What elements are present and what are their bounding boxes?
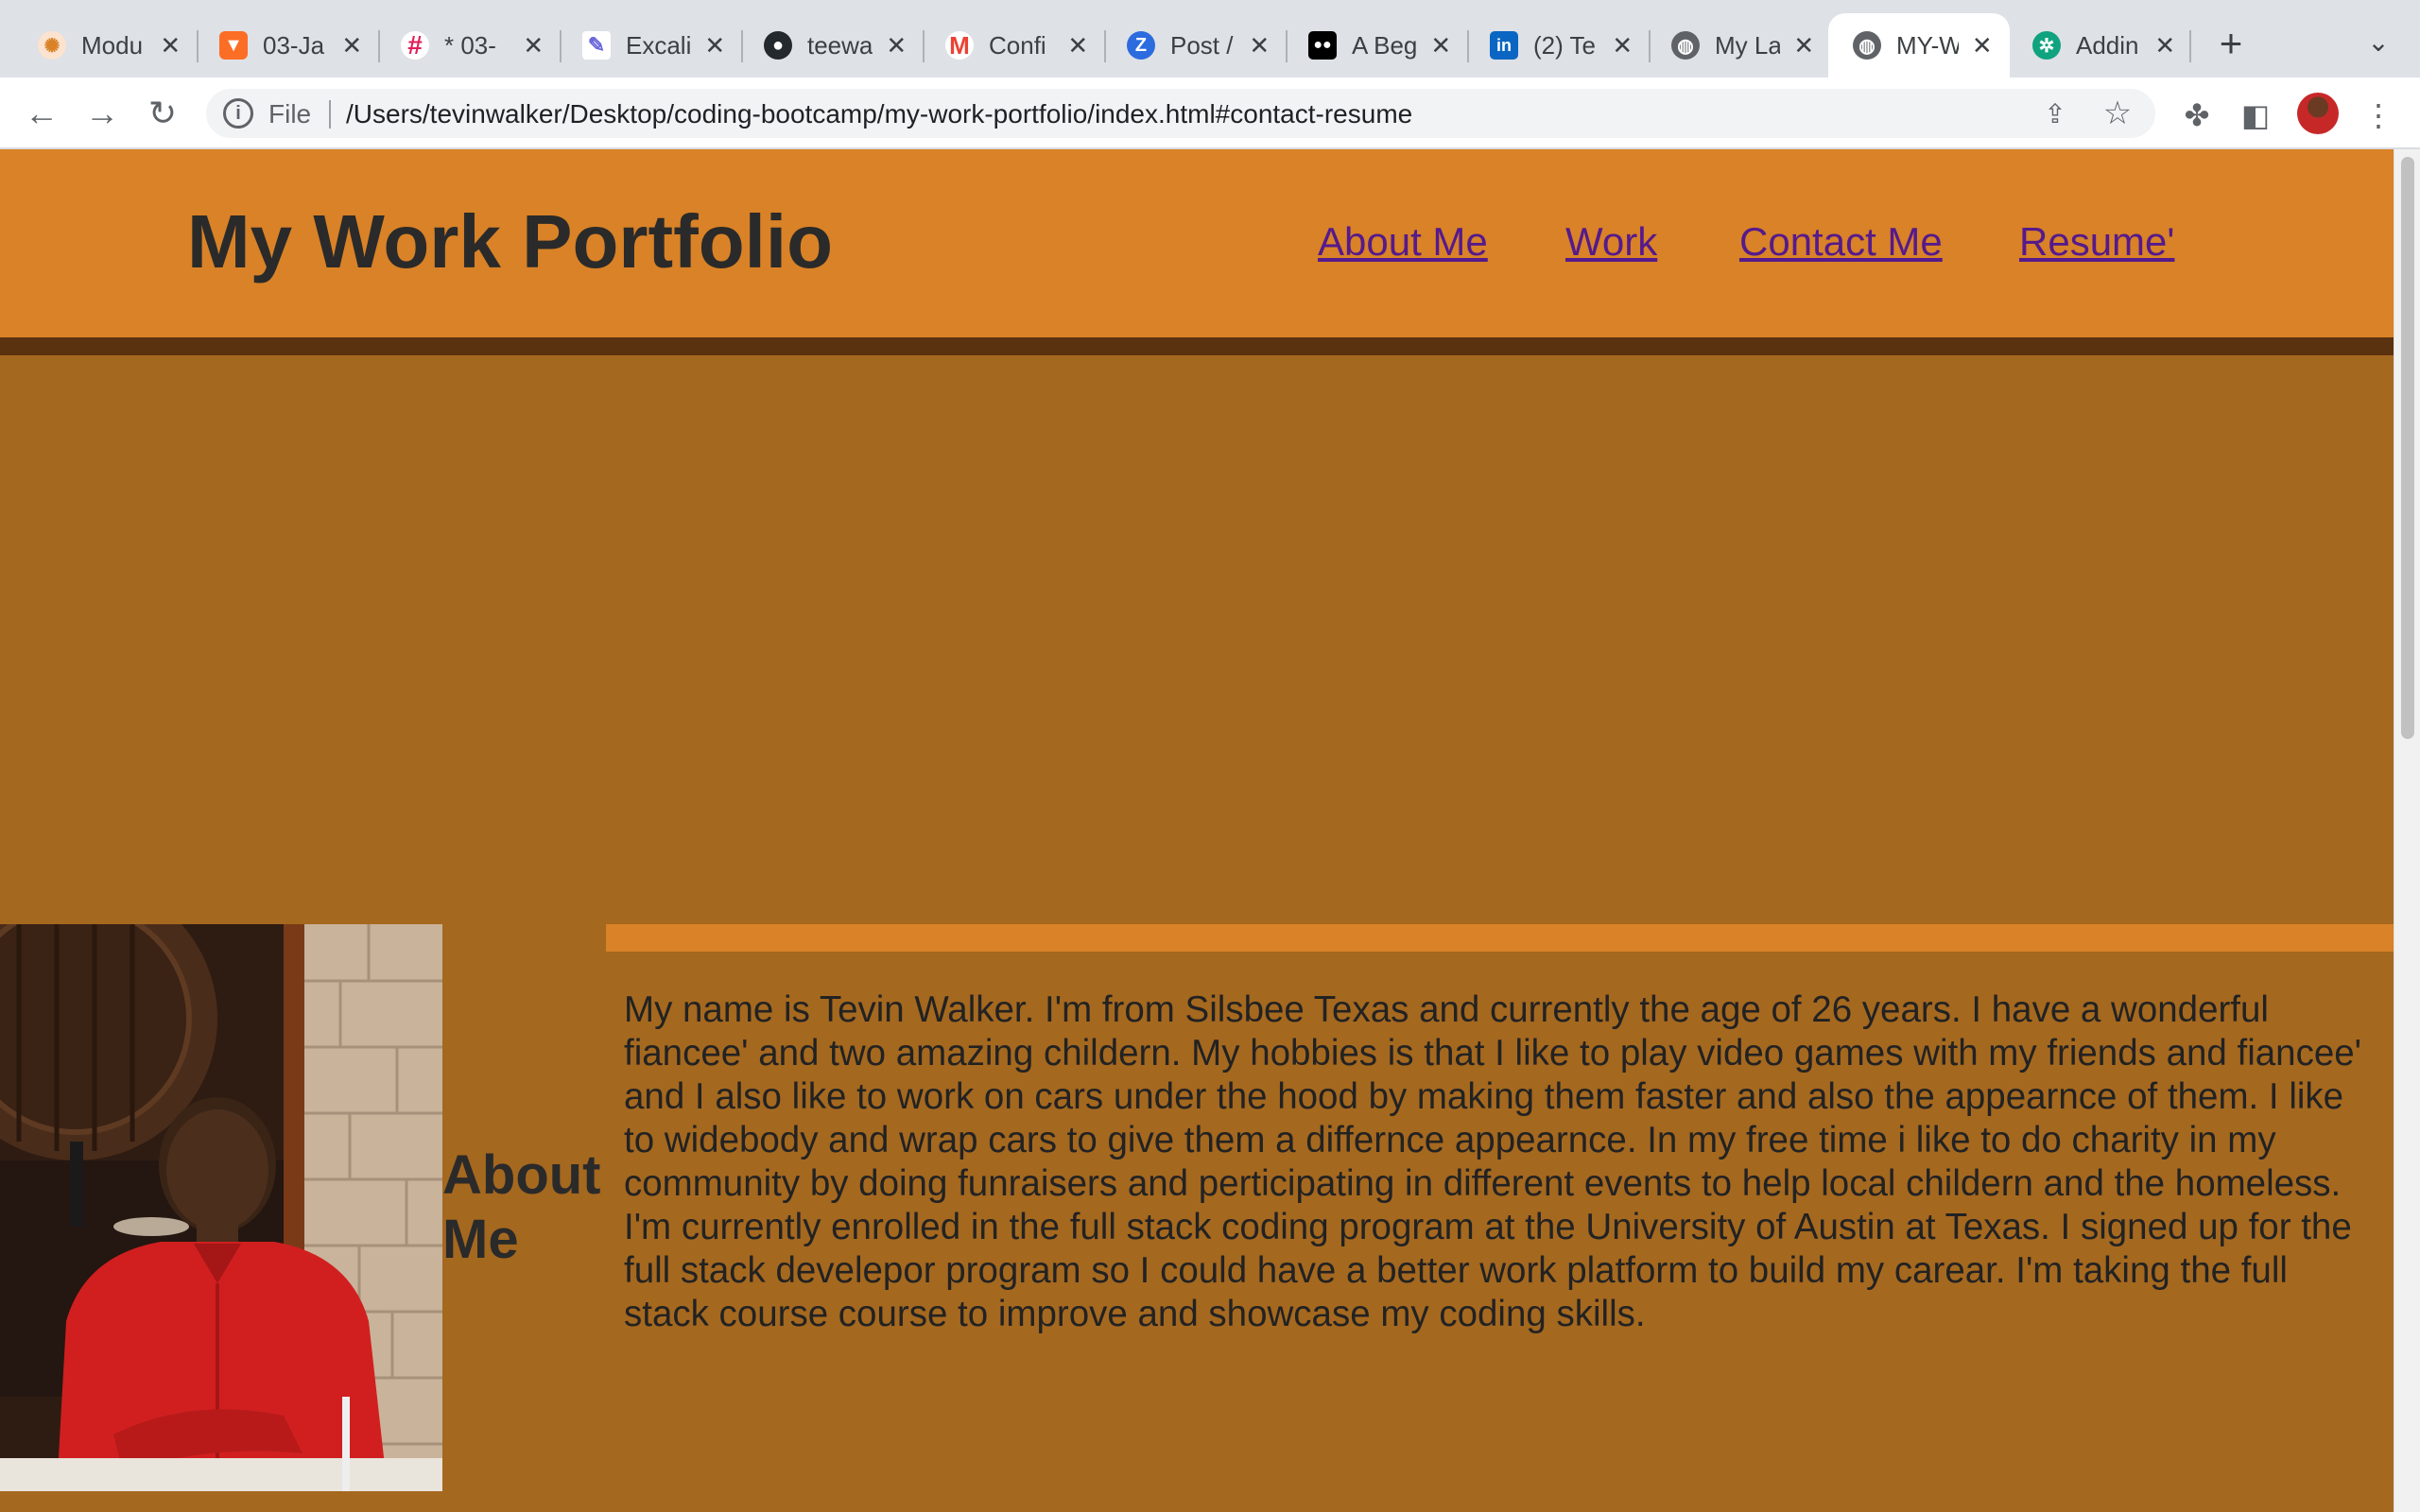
browser-tab[interactable]: ● teewa ✕: [739, 13, 925, 77]
browser-tab[interactable]: Z Post / ✕: [1102, 13, 1288, 77]
about-accent-bar: [606, 924, 2394, 952]
profile-photo: [0, 924, 442, 1491]
close-icon[interactable]: ✕: [1067, 31, 1089, 60]
tab-title: Excali: [626, 30, 691, 60]
globe-icon: ◍: [1671, 31, 1700, 60]
scrollbar-thumb[interactable]: [2401, 157, 2414, 739]
new-tab-button[interactable]: +: [2210, 23, 2252, 64]
close-icon[interactable]: ✕: [1430, 31, 1452, 60]
nav-link-resume[interactable]: Resume': [2019, 219, 2174, 265]
browser-tab[interactable]: ✲ Addin ✕: [2008, 13, 2193, 77]
url-text[interactable]: /Users/tevinwalker/Desktop/coding-bootca…: [346, 99, 1412, 129]
browser-tab-active[interactable]: ◍ MY-W ✕: [1828, 13, 2010, 77]
linkedin-icon: in: [1490, 31, 1518, 60]
tab-title: Post /: [1170, 30, 1234, 60]
bookmark-star-icon[interactable]: ☆: [2100, 94, 2135, 131]
browser-toolbar: ← → ↻ i File /Users/tevinwalker/Desktop/…: [0, 77, 2420, 149]
browser-tab[interactable]: ✎ Excali ✕: [558, 13, 743, 77]
reload-icon[interactable]: ↻: [144, 94, 182, 132]
about-heading: About Me: [442, 1144, 601, 1270]
browser-tab[interactable]: ●● A Beg ✕: [1284, 13, 1469, 77]
close-icon[interactable]: ✕: [1972, 31, 1993, 60]
tab-separator: [2189, 30, 2191, 62]
browser-tab[interactable]: ◍ My La ✕: [1647, 13, 1832, 77]
omnibox-divider: [329, 100, 331, 129]
close-icon[interactable]: ✕: [160, 31, 182, 60]
browser-tab[interactable]: in (2) Te ✕: [1465, 13, 1651, 77]
close-icon[interactable]: ✕: [886, 31, 908, 60]
globe-icon: ◍: [1853, 31, 1881, 60]
menu-icon[interactable]: ⋮: [2360, 96, 2397, 134]
address-bar[interactable]: i File /Users/tevinwalker/Desktop/coding…: [206, 89, 2155, 138]
close-icon[interactable]: ✕: [341, 31, 363, 60]
browser-tab[interactable]: M Confi ✕: [921, 13, 1106, 77]
tab-title: MY-W: [1896, 30, 1959, 60]
browser-tab[interactable]: ▼ 03-Ja ✕: [195, 13, 380, 77]
tab-title: Modu: [81, 30, 144, 60]
close-icon[interactable]: ✕: [1793, 31, 1815, 60]
extensions-icon[interactable]: ✤: [2178, 96, 2216, 134]
avatar[interactable]: [2297, 93, 2339, 134]
site-title: My Work Portfolio: [187, 199, 833, 284]
about-paragraph: My name is Tevin Walker. I'm from Silsbe…: [624, 989, 2361, 1334]
tab-title: teewa: [807, 30, 873, 60]
tab-title: * 03-: [444, 30, 496, 60]
tab-strip: ✺ Modu ✕ ▼ 03-Ja ✕ # * 03- ✕ ✎ Excali ✕ …: [0, 0, 2420, 77]
github-icon: ●: [764, 31, 792, 60]
tab-title: A Beg: [1352, 30, 1417, 60]
page-viewport: My Work Portfolio About Me Work Contact …: [0, 149, 2394, 1512]
gmail-icon: M: [945, 31, 974, 60]
close-icon[interactable]: ✕: [704, 31, 726, 60]
gitlab-icon: ▼: [219, 31, 248, 60]
nav-link-about[interactable]: About Me: [1318, 219, 1488, 265]
nav-link-contact[interactable]: Contact Me: [1739, 219, 1943, 265]
scheme-label: File: [268, 99, 312, 129]
info-icon[interactable]: i: [223, 98, 253, 129]
nav-link-work[interactable]: Work: [1565, 219, 1657, 265]
zip-icon: Z: [1127, 31, 1155, 60]
back-icon[interactable]: ←: [23, 94, 60, 132]
module-icon: ✺: [38, 31, 66, 60]
browser-tab[interactable]: # * 03- ✕: [376, 13, 562, 77]
browser-tab[interactable]: ✺ Modu ✕: [13, 13, 199, 77]
openai-icon: ✲: [2032, 31, 2061, 60]
close-icon[interactable]: ✕: [1249, 31, 1270, 60]
tab-title: My La: [1715, 30, 1780, 60]
tab-title: Addin: [2076, 30, 2139, 60]
medium-icon: ●●: [1308, 31, 1337, 60]
close-icon[interactable]: ✕: [1612, 31, 1634, 60]
tab-title: 03-Ja: [263, 30, 325, 60]
side-panel-icon[interactable]: ◧: [2237, 96, 2274, 134]
share-icon[interactable]: ⇪: [2040, 98, 2070, 129]
excalidraw-icon: ✎: [582, 31, 611, 60]
header-border: [0, 337, 2394, 355]
slack-icon: #: [401, 30, 429, 60]
site-header: My Work Portfolio About Me Work Contact …: [0, 149, 2394, 337]
tab-title: Confi: [989, 30, 1046, 60]
tab-search-icon[interactable]: ⌄: [2360, 26, 2397, 64]
close-icon[interactable]: ✕: [2154, 31, 2176, 60]
scrollbar[interactable]: [2394, 149, 2420, 1512]
forward-icon[interactable]: →: [83, 94, 121, 132]
tab-title: (2) Te: [1533, 30, 1596, 60]
close-icon[interactable]: ✕: [523, 31, 544, 60]
